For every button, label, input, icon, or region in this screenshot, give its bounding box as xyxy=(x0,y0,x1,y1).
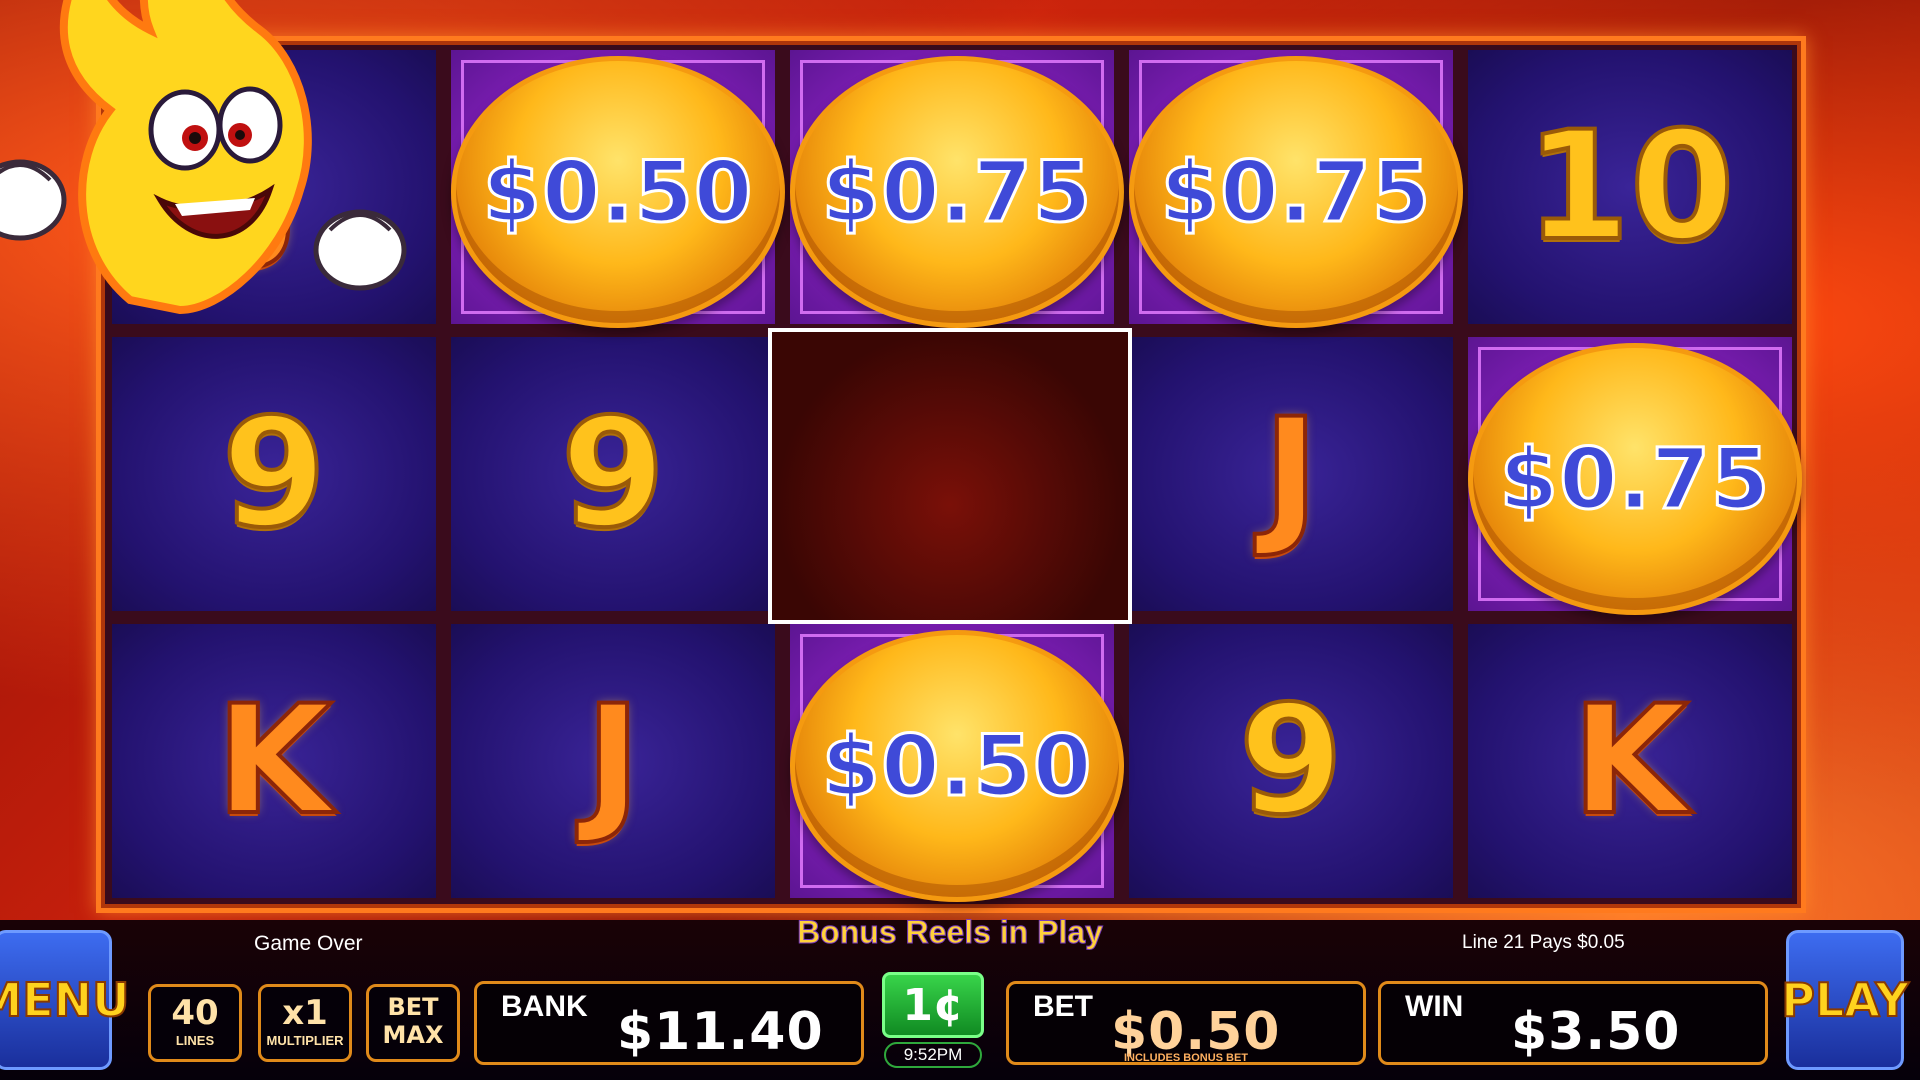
bet-max-button[interactable]: BET MAX xyxy=(366,984,460,1062)
coin-value: $0.50 xyxy=(820,716,1093,817)
multiplier-button[interactable]: x1 MULTIPLIER xyxy=(258,984,352,1062)
bet-label: BET xyxy=(1033,990,1093,1023)
denomination-value: 1¢ xyxy=(902,979,964,1031)
reel-cell: K xyxy=(112,624,436,898)
coin-value: $0.75 xyxy=(820,142,1093,243)
reel-cell: $0.50 xyxy=(790,624,1124,902)
coin-icon: $0.75 xyxy=(1129,56,1463,328)
reel-cell: $0.75 xyxy=(790,50,1124,328)
reel-symbol: K xyxy=(214,674,334,848)
game-screen: J$0.50$0.75$0.751099J$0.75KJ$0.509K Game… xyxy=(0,0,1920,1080)
menu-button-label: MENU xyxy=(0,972,131,1028)
bank-label: BANK xyxy=(501,990,588,1023)
reel-symbol: J xyxy=(583,674,643,848)
multiplier-value: x1 xyxy=(282,993,328,1033)
denomination-button[interactable]: 1¢ xyxy=(882,972,984,1038)
play-button[interactable]: PLAY xyxy=(1780,930,1910,1070)
play-button-label: PLAY xyxy=(1780,972,1910,1028)
flame-mascot-icon xyxy=(0,0,407,315)
reel-cell: K xyxy=(1468,624,1792,898)
lines-button[interactable]: 40 LINES xyxy=(148,984,242,1062)
clock: 9:52PM xyxy=(884,1042,982,1068)
reel-symbol: K xyxy=(1570,674,1690,848)
multiplier-label: MULTIPLIER xyxy=(266,1033,344,1048)
win-value: $3.50 xyxy=(1511,1002,1681,1062)
menu-button[interactable]: MENU xyxy=(0,930,131,1070)
reel-cell: 9 xyxy=(451,337,775,611)
reel-cell: $0.75 xyxy=(1129,50,1463,328)
coin-icon: $0.50 xyxy=(790,630,1124,902)
lines-value: 40 xyxy=(171,993,219,1033)
game-status-text: Game Over xyxy=(254,932,363,955)
reel-cell: $0.50 xyxy=(451,50,785,328)
coin-icon: $0.75 xyxy=(1468,343,1802,615)
reel-cell: $0.75 xyxy=(1468,337,1802,615)
reel-symbol: 9 xyxy=(1237,674,1345,848)
bank-meter: BANK $11.40 xyxy=(474,981,864,1065)
coin-icon: $0.75 xyxy=(790,56,1124,328)
win-meter: WIN $3.50 xyxy=(1378,981,1768,1065)
bet-max-line2: MAX xyxy=(382,1021,444,1049)
reel-symbol: 10 xyxy=(1524,100,1737,274)
reel-cell: J xyxy=(451,624,775,898)
coin-value: $0.75 xyxy=(1159,142,1432,243)
coin-value: $0.75 xyxy=(1498,429,1771,530)
bet-max-line1: BET xyxy=(387,993,439,1021)
reel-symbol: 9 xyxy=(559,387,667,561)
bank-value: $11.40 xyxy=(617,1002,824,1062)
bonus-reels-banner: Bonus Reels in Play xyxy=(797,914,1104,951)
lines-label: LINES xyxy=(175,1033,215,1048)
win-label: WIN xyxy=(1405,990,1464,1023)
line-pays-text: Line 21 Pays $0.05 xyxy=(1462,932,1625,953)
coin-value: $0.50 xyxy=(481,142,754,243)
bet-note: INCLUDES BONUS BET xyxy=(1123,1052,1249,1064)
reel-cell: 9 xyxy=(1129,624,1453,898)
mascot-wild-symbol xyxy=(768,328,1132,624)
coin-icon: $0.50 xyxy=(451,56,785,328)
reel-symbol: 9 xyxy=(220,387,328,561)
reel-symbol: J xyxy=(1261,387,1321,561)
reel-cell: 10 xyxy=(1468,50,1792,324)
reel-cell: 9 xyxy=(112,337,436,611)
bet-meter: BET $0.50 INCLUDES BONUS BET xyxy=(1006,981,1366,1065)
reel-cell: J xyxy=(1129,337,1453,611)
